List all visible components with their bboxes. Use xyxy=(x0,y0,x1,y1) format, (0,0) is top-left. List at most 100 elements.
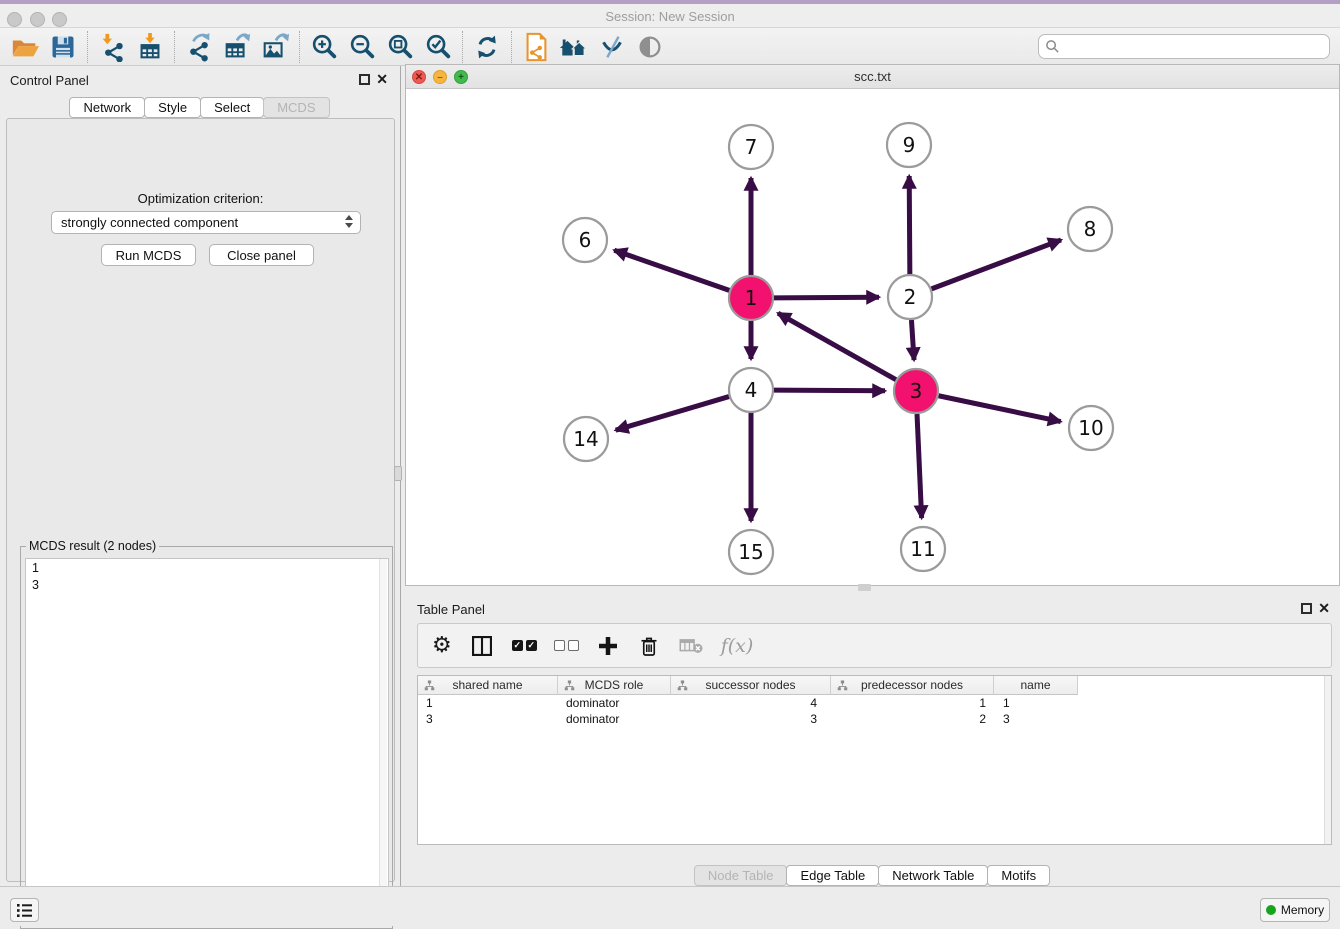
table-body: 1dominator4113dominator323 xyxy=(418,695,1331,727)
control-panel: Control Panel ✕ NetworkStyleSelectMCDS O… xyxy=(0,66,401,886)
control-panel-tabs: NetworkStyleSelectMCDS xyxy=(0,97,400,118)
add-column-button[interactable] xyxy=(596,631,620,661)
deselect-all-button[interactable] xyxy=(554,631,579,661)
cell-MCDS-role[interactable]: dominator xyxy=(558,711,671,727)
node-table: shared nameMCDS rolesuccessor nodesprede… xyxy=(417,675,1332,845)
edge-1-6[interactable] xyxy=(614,250,729,290)
save-session-button[interactable] xyxy=(44,30,82,64)
tab-style[interactable]: Style xyxy=(144,97,201,118)
tab-mcds[interactable]: MCDS xyxy=(263,97,329,118)
zoom-out-button[interactable] xyxy=(343,30,381,64)
float-panel-icon[interactable] xyxy=(359,74,370,85)
tab-network-table[interactable]: Network Table xyxy=(878,865,988,886)
column-header-MCDS-role[interactable]: MCDS role xyxy=(558,676,671,695)
table-panel: Table Panel ✕ ⚙ ✓ ✓ xyxy=(405,595,1340,886)
optimization-criterion-dropdown[interactable]: strongly connected component xyxy=(51,211,361,234)
import-table-button[interactable] xyxy=(131,30,169,64)
search-icon xyxy=(1045,39,1060,54)
node-label-15: 15 xyxy=(738,540,763,564)
task-history-button[interactable] xyxy=(10,898,39,922)
cell-shared-name[interactable]: 3 xyxy=(418,711,558,727)
table-toolbar: ⚙ ✓ ✓ xyxy=(417,623,1332,668)
zoom-fit-button[interactable] xyxy=(381,30,419,64)
export-table-button[interactable] xyxy=(218,30,256,64)
column-type-icon xyxy=(837,680,848,691)
cell-name[interactable]: 1 xyxy=(994,695,1078,711)
open-session-button[interactable] xyxy=(6,30,44,64)
cell-shared-name[interactable]: 1 xyxy=(418,695,558,711)
table-row[interactable]: 1dominator411 xyxy=(418,695,1331,711)
refresh-button[interactable] xyxy=(468,30,506,64)
edge-2-9[interactable] xyxy=(909,176,910,274)
import-network-button[interactable] xyxy=(93,30,131,64)
column-header-name[interactable]: name xyxy=(994,676,1078,695)
network-canvas[interactable]: 7968123414101511 xyxy=(406,89,1339,585)
function-builder-button[interactable]: f(x) xyxy=(721,631,754,661)
home-view-button[interactable] xyxy=(555,30,593,64)
close-panel-icon[interactable]: ✕ xyxy=(376,71,388,87)
edge-3-10[interactable] xyxy=(939,396,1061,422)
float-table-panel-icon[interactable] xyxy=(1301,603,1312,614)
mcds-panel: Optimization criterion: strongly connect… xyxy=(6,118,395,882)
delete-column-button[interactable] xyxy=(637,631,661,661)
search-input[interactable] xyxy=(1038,34,1330,59)
cell-predecessor-nodes[interactable]: 2 xyxy=(831,711,994,727)
tab-motifs[interactable]: Motifs xyxy=(987,865,1050,886)
show-graphics-details-button[interactable] xyxy=(631,30,669,64)
export-network-button[interactable] xyxy=(180,30,218,64)
window-titlebar[interactable]: Session: New Session xyxy=(0,4,1340,28)
delete-table-button[interactable] xyxy=(678,631,704,661)
cell-MCDS-role[interactable]: dominator xyxy=(558,695,671,711)
column-header-successor-nodes[interactable]: successor nodes xyxy=(671,676,831,695)
network-view-window: ✕ – + scc.txt 7968123414101511 xyxy=(405,64,1340,586)
control-panel-header: Control Panel ✕ xyxy=(0,66,400,92)
close-table-panel-icon[interactable]: ✕ xyxy=(1318,600,1330,616)
trash-icon xyxy=(637,634,661,658)
node-label-1: 1 xyxy=(745,286,758,310)
edge-4-14[interactable] xyxy=(616,397,729,431)
split-panel-button[interactable] xyxy=(469,631,495,661)
network-window-title: scc.txt xyxy=(406,69,1339,84)
column-header-predecessor-nodes[interactable]: predecessor nodes xyxy=(831,676,994,695)
network-from-file-button[interactable] xyxy=(517,30,555,64)
table-panel-title: Table Panel xyxy=(417,602,485,617)
edge-2-3[interactable] xyxy=(911,320,914,360)
tab-select[interactable]: Select xyxy=(200,97,264,118)
plus-icon xyxy=(596,634,620,658)
edge-1-2[interactable] xyxy=(774,297,879,298)
edge-3-1[interactable] xyxy=(778,313,896,379)
mcds-result-textarea[interactable]: 1 3 xyxy=(25,558,389,924)
edge-3-11[interactable] xyxy=(917,414,922,518)
table-row[interactable]: 3dominator323 xyxy=(418,711,1331,727)
node-label-14: 14 xyxy=(573,427,598,451)
mcds-result-scrollbar[interactable] xyxy=(379,559,387,923)
cell-predecessor-nodes[interactable]: 1 xyxy=(831,695,994,711)
import-network-icon xyxy=(97,32,127,62)
export-image-button[interactable] xyxy=(256,30,294,64)
column-header-shared-name[interactable]: shared name xyxy=(418,676,558,695)
edge-2-8[interactable] xyxy=(932,240,1061,289)
edge-4-3[interactable] xyxy=(774,390,885,391)
tab-node-table[interactable]: Node Table xyxy=(694,865,788,886)
column-settings-button[interactable]: ⚙ xyxy=(432,631,452,661)
cell-successor-nodes[interactable]: 3 xyxy=(671,711,831,727)
zoom-selected-button[interactable] xyxy=(419,30,457,64)
tab-edge-table[interactable]: Edge Table xyxy=(786,865,879,886)
run-mcds-button[interactable]: Run MCDS xyxy=(101,244,196,266)
cell-name[interactable]: 3 xyxy=(994,711,1078,727)
column-header-label: name xyxy=(1020,678,1050,692)
control-panel-title: Control Panel xyxy=(10,73,89,88)
zoom-in-button[interactable] xyxy=(305,30,343,64)
split-panel-icon xyxy=(469,633,495,659)
memory-button[interactable]: Memory xyxy=(1260,898,1330,922)
network-window-titlebar[interactable]: ✕ – + scc.txt xyxy=(406,65,1339,89)
cell-successor-nodes[interactable]: 4 xyxy=(671,695,831,711)
table-scrollbar[interactable] xyxy=(1324,676,1331,844)
tab-network[interactable]: Network xyxy=(69,97,145,118)
panel-splitter-grip[interactable] xyxy=(394,466,402,481)
network-resize-grip[interactable] xyxy=(858,584,871,591)
select-all-button[interactable]: ✓ ✓ xyxy=(512,631,537,661)
network-graph[interactable]: 7968123414101511 xyxy=(406,89,1339,585)
hide-graphics-details-button[interactable] xyxy=(593,30,631,64)
close-panel-button[interactable]: Close panel xyxy=(209,244,314,266)
